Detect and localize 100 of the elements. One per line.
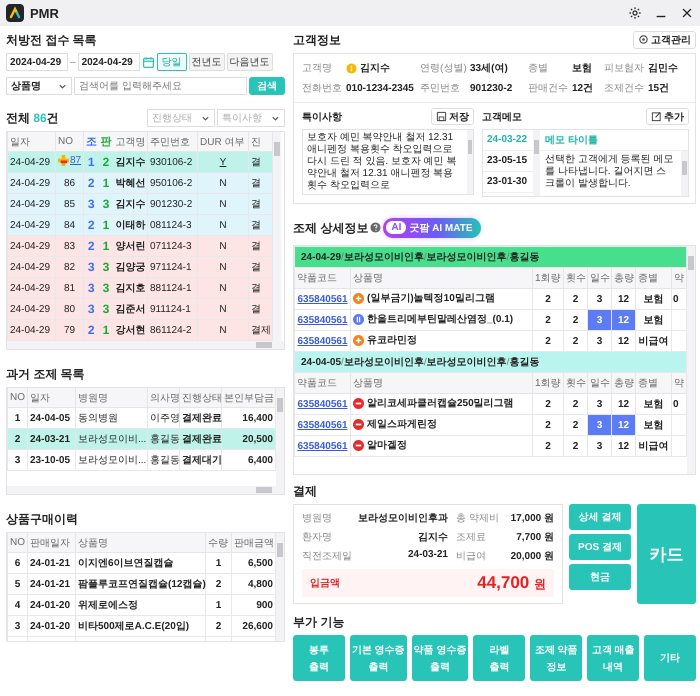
calendar-icon[interactable]	[142, 56, 155, 68]
customer-manage-button[interactable]: 고객관리	[633, 30, 696, 48]
field-value: 24-03-21	[406, 549, 448, 562]
ai-mate-button[interactable]: AI 굿팜 AI MATE	[383, 218, 480, 238]
deposit-label: 입금액	[310, 577, 340, 590]
table-cell: 이지엔6이브연질캡슐	[76, 552, 206, 574]
table-cell: 0	[673, 294, 679, 304]
table-cell: 2	[532, 414, 564, 436]
memo-heading: 메모 타이틀	[540, 130, 688, 151]
prescription-group-header[interactable]: 24-04-29/보라성모이비인후/보라성모이비인후/홍길동	[294, 246, 686, 268]
table-cell: 2	[564, 436, 588, 456]
close-icon[interactable]	[680, 6, 694, 20]
table-cell: 84	[64, 220, 76, 230]
end-date-field[interactable]: 2024-04-29	[78, 53, 140, 71]
column-header: 의사명	[148, 388, 180, 408]
drug-name: 알리코세파클러캡슐250밀리그램	[367, 397, 514, 410]
section-title: 부가 기능	[293, 614, 346, 631]
search-field[interactable]: 검색어를 입력해주세요	[74, 77, 247, 95]
column-header: 종별	[636, 268, 672, 288]
column-header: 고객명	[114, 132, 148, 152]
field-label: 비급여	[455, 550, 487, 563]
table-row[interactable]: 24-04-29 81 3 3 김지호 881124-1 N 결	[8, 278, 272, 298]
edit-icon	[651, 111, 662, 122]
add-button[interactable]: 추가	[646, 108, 689, 125]
column-header: 상품명	[350, 268, 532, 288]
table-cell: 보험	[636, 394, 672, 414]
table-row[interactable]: 24-04-29 80 3 3 김준서 911124-1 N 결	[8, 298, 272, 320]
settings-icon[interactable]	[628, 6, 642, 20]
table-cell: 12	[612, 310, 636, 330]
table-row[interactable]: 24-04-29 84 2 1 이태하 081124-3 N 결	[8, 214, 272, 236]
drug-name: 제일스파게린정	[367, 418, 437, 432]
scrollbar[interactable]	[7, 486, 284, 494]
field-value: 33세(여)	[470, 62, 508, 75]
field-value: 15건	[648, 82, 670, 95]
field-value: 김민수	[648, 62, 678, 75]
field-label: 조제료	[455, 531, 487, 544]
field-label: 피보험자	[604, 62, 645, 75]
scrollbar[interactable]	[533, 130, 540, 196]
table-cell: 82	[64, 262, 76, 272]
column-header: 횟수	[564, 268, 588, 288]
plus-icon	[353, 334, 364, 346]
field-label: 고객명	[302, 62, 333, 75]
scrollbar[interactable]	[276, 388, 284, 486]
scrollbar[interactable]	[681, 151, 688, 196]
table-cell: 2	[532, 288, 564, 310]
period-button[interactable]: 다음년도	[226, 53, 273, 71]
field-label: 연령(성별)	[420, 62, 468, 75]
field-value: 20,000 원	[510, 550, 554, 563]
column-header: 진행상태	[180, 388, 222, 408]
table-cell: 2	[532, 436, 564, 456]
prescription-group-header[interactable]: 24-04-05/보라성모이비인후/보라성모이비인후/홍길동	[294, 352, 686, 372]
column-header: 본인부담금	[222, 388, 276, 408]
period-button[interactable]: 전년도	[188, 53, 225, 71]
table-cell: 팜플루코프연질캡슐(12캡슐)	[76, 574, 206, 594]
drug-name: 유코라민정	[367, 334, 417, 348]
save-button[interactable]: 저장	[431, 108, 474, 125]
column-header: 상품명	[350, 372, 532, 394]
table-cell: 23-10-05	[28, 450, 76, 470]
logo-icon	[6, 4, 24, 22]
column-header: 1회량	[532, 268, 564, 288]
scrollbar[interactable]	[276, 533, 284, 641]
scrollbar[interactable]	[7, 341, 284, 349]
table-row[interactable]: 24-04-29 82 3 3 김양궁 971124-1 N 결	[8, 256, 272, 278]
table-cell: 비타500제로A.C.E(20입)	[76, 616, 206, 636]
drug-name: (일부금기)놀텍정10밀리그램	[367, 292, 495, 306]
table-cell: 비급여	[636, 436, 672, 456]
table-row[interactable]: 24-04-29 79 2 1 강서현 861124-2 N 결제	[8, 320, 272, 340]
table-row[interactable]: 2 24-03-21 보라성모이비... 홍길동 결제완료 20,500	[8, 428, 276, 450]
field-value: 보험	[572, 62, 592, 75]
column-header: DUR 여부	[198, 132, 248, 152]
table-cell: 홍길동	[148, 450, 180, 470]
section-title: 조제 상세정보	[293, 220, 368, 237]
help-icon[interactable]	[370, 222, 382, 233]
table-row[interactable]: 24-04-29 86 2 1 박혜선 950106-2 N 결	[8, 172, 272, 194]
column-header: NO	[8, 533, 28, 552]
column-header: 주민번호	[148, 132, 198, 152]
table-cell: 3	[588, 436, 612, 456]
table-cell: 85	[64, 198, 76, 210]
table-row[interactable]: 24-04-29 83 2 1 양서린 071124-3 N 결	[8, 236, 272, 256]
table-row[interactable]: 3 23-10-05 보라성모이비... 홍길동 결제대기 6,400	[8, 450, 276, 470]
scrollbar[interactable]	[273, 132, 281, 341]
save-icon	[436, 111, 447, 122]
field-value: 보라성모이비인후과	[357, 512, 448, 525]
table-cell: 보험	[636, 288, 672, 310]
table-row[interactable]: 24-04-29 85 3 3 김지수 901230-2 N 결	[8, 194, 272, 214]
table-cell: 81	[64, 282, 76, 294]
column-header: 판	[98, 132, 114, 152]
search-type-select[interactable]: 상품명	[6, 77, 72, 95]
scrollbar[interactable]	[687, 246, 695, 474]
table-cell: 보라성모이비...	[76, 428, 148, 450]
table-cell: 4	[8, 594, 28, 616]
table-cell: 1	[206, 594, 232, 616]
table-cell: 2	[8, 428, 28, 450]
column-header: 약품코드	[294, 268, 350, 288]
start-date-field[interactable]: 2024-04-29	[6, 53, 68, 71]
column-header: 일자	[8, 132, 56, 152]
field-value: 김지수	[360, 62, 390, 75]
field-value: 010-1234-2345	[346, 82, 414, 94]
table-cell: 2	[532, 310, 564, 330]
table-row[interactable]: 24-04-29 87 1 2 김지수 930106-2 Y 결	[8, 152, 272, 172]
